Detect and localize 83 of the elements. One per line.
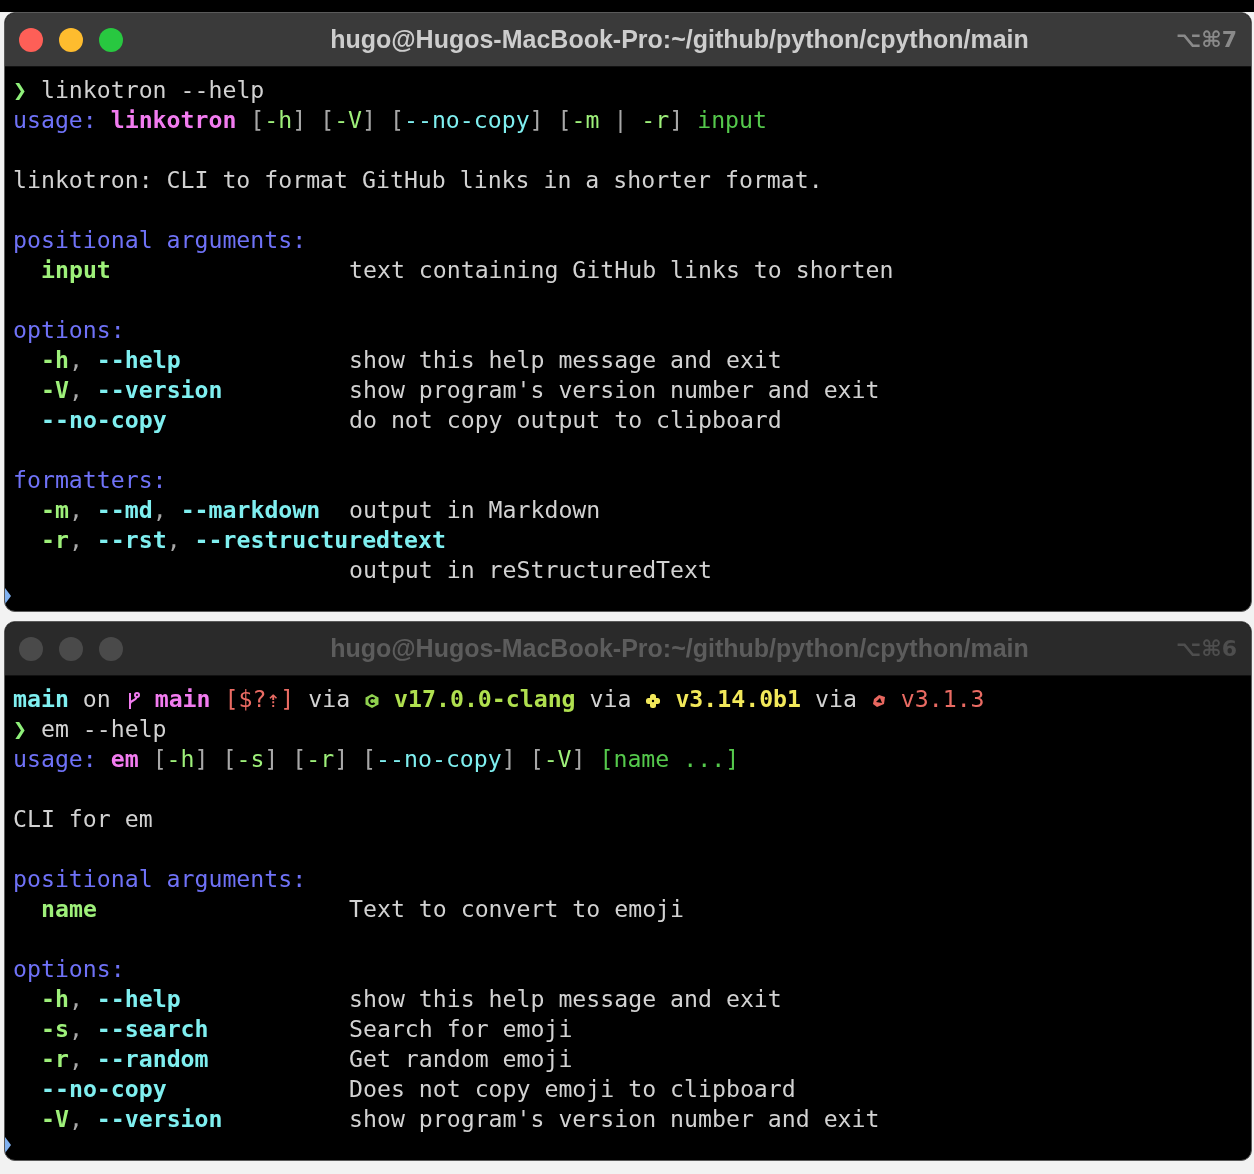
section-heading: positional arguments:	[13, 226, 307, 253]
window-title: hugo@Hugos-MacBook-Pro:~/github/python/cpython/main	[329, 25, 1030, 54]
usage-argument: ...]	[683, 745, 740, 772]
flag-label: --search	[96, 1015, 209, 1042]
usage-option: [-r]	[292, 745, 349, 772]
option-description: Text to convert to emoji	[349, 894, 685, 924]
option-description: text containing GitHub links to shorten	[349, 255, 894, 285]
flag-label: --rst,	[96, 526, 181, 553]
option-description: show this help message and exit	[349, 984, 782, 1014]
flag-label: name	[41, 895, 97, 922]
program-name: em	[110, 745, 139, 772]
gem-icon	[870, 692, 887, 709]
flag-label: --version	[96, 376, 223, 403]
usage-option: [-V]	[529, 745, 586, 772]
usage-option: [-h]	[152, 745, 209, 772]
window-shortcut: ⌥⌘7	[1175, 27, 1237, 52]
option-description: do not copy output to clipboard	[349, 405, 782, 435]
usage-option: [--no-copy]	[362, 745, 516, 772]
option-description: show this help message and exit	[349, 345, 782, 375]
flag-label: --md,	[96, 496, 167, 523]
flag-label: -V,	[41, 376, 83, 403]
usage-option: [-m	[557, 106, 600, 133]
section-heading: formatters:	[13, 466, 167, 493]
tool-version: v3.14.0b1	[675, 685, 801, 712]
section-heading: options:	[13, 316, 125, 343]
usage-label: usage:	[13, 106, 97, 133]
flag-label: -m,	[41, 496, 83, 523]
tool-version: v17.0.0-clang	[394, 685, 576, 712]
flag-label: --no-copy	[41, 406, 167, 433]
section-heading: positional arguments:	[13, 865, 307, 892]
usage-argument: [name	[599, 745, 670, 772]
flag-label: -r,	[41, 1045, 83, 1072]
flag-label: --markdown	[180, 496, 321, 523]
option-description: show program's version number and exit	[349, 1104, 880, 1134]
program-name: linkotron	[110, 106, 237, 133]
flag-label: -h,	[41, 346, 83, 373]
flag-label: -V,	[41, 1105, 83, 1132]
description-text: linkotron: CLI to format GitHub links in a shorter format.	[13, 166, 823, 193]
prompt-symbol: ❯	[13, 715, 27, 742]
prompt-word: via	[815, 685, 857, 712]
option-description: show program's version number and exit	[349, 375, 880, 405]
flag-label: --random	[96, 1045, 209, 1072]
flag-label: --restructuredtext	[194, 526, 446, 553]
prompt-word: via	[308, 685, 351, 712]
description-text: CLI for em	[13, 805, 153, 832]
hexagon-icon	[364, 692, 381, 709]
flag-label: --help	[96, 346, 181, 373]
flag-label: -r,	[41, 526, 83, 553]
close-button[interactable]	[19, 27, 43, 52]
usage-option: [-V]	[320, 106, 377, 133]
prompt-marker-icon	[5, 588, 11, 604]
command-text: linkotron --help	[40, 76, 265, 103]
flag-label: -h,	[41, 985, 83, 1012]
flag-label: --version	[96, 1105, 223, 1132]
usage-option: [--no-copy]	[390, 106, 544, 133]
section-heading: options:	[13, 955, 125, 982]
git-status: [$?⇡]	[224, 685, 295, 712]
option-description: Search for emoji	[349, 1014, 573, 1044]
usage-option: -r]	[641, 106, 684, 133]
tool-version: v3.1.3	[900, 685, 985, 712]
usage-label: usage:	[13, 745, 97, 772]
prompt-symbol: ❯	[13, 76, 27, 103]
prompt-word: on	[82, 685, 111, 712]
option-description: output in reStructuredText	[349, 555, 712, 585]
zoom-button[interactable]	[99, 27, 123, 52]
flag-label: -s,	[41, 1015, 83, 1042]
prompt-directory: main	[13, 685, 69, 712]
cross-icon	[645, 692, 662, 709]
option-description: output in Markdown	[349, 495, 601, 525]
option-description: Does not copy emoji to clipboard	[349, 1074, 796, 1104]
usage-option: [-h]	[250, 106, 307, 133]
usage-argument: input	[697, 106, 767, 133]
option-description: Get random emoji	[349, 1044, 573, 1074]
flag-label: input	[41, 256, 111, 283]
flag-label: --no-copy	[41, 1075, 167, 1102]
usage-option: [-s]	[222, 745, 279, 772]
usage-option: |	[613, 106, 628, 133]
minimize-button[interactable]	[59, 27, 83, 52]
prompt-marker-icon	[5, 1137, 11, 1153]
flag-label: --help	[96, 985, 181, 1012]
command-text: em --help	[40, 715, 167, 742]
git-branch: main	[154, 685, 211, 712]
prompt-word: via	[589, 685, 632, 712]
